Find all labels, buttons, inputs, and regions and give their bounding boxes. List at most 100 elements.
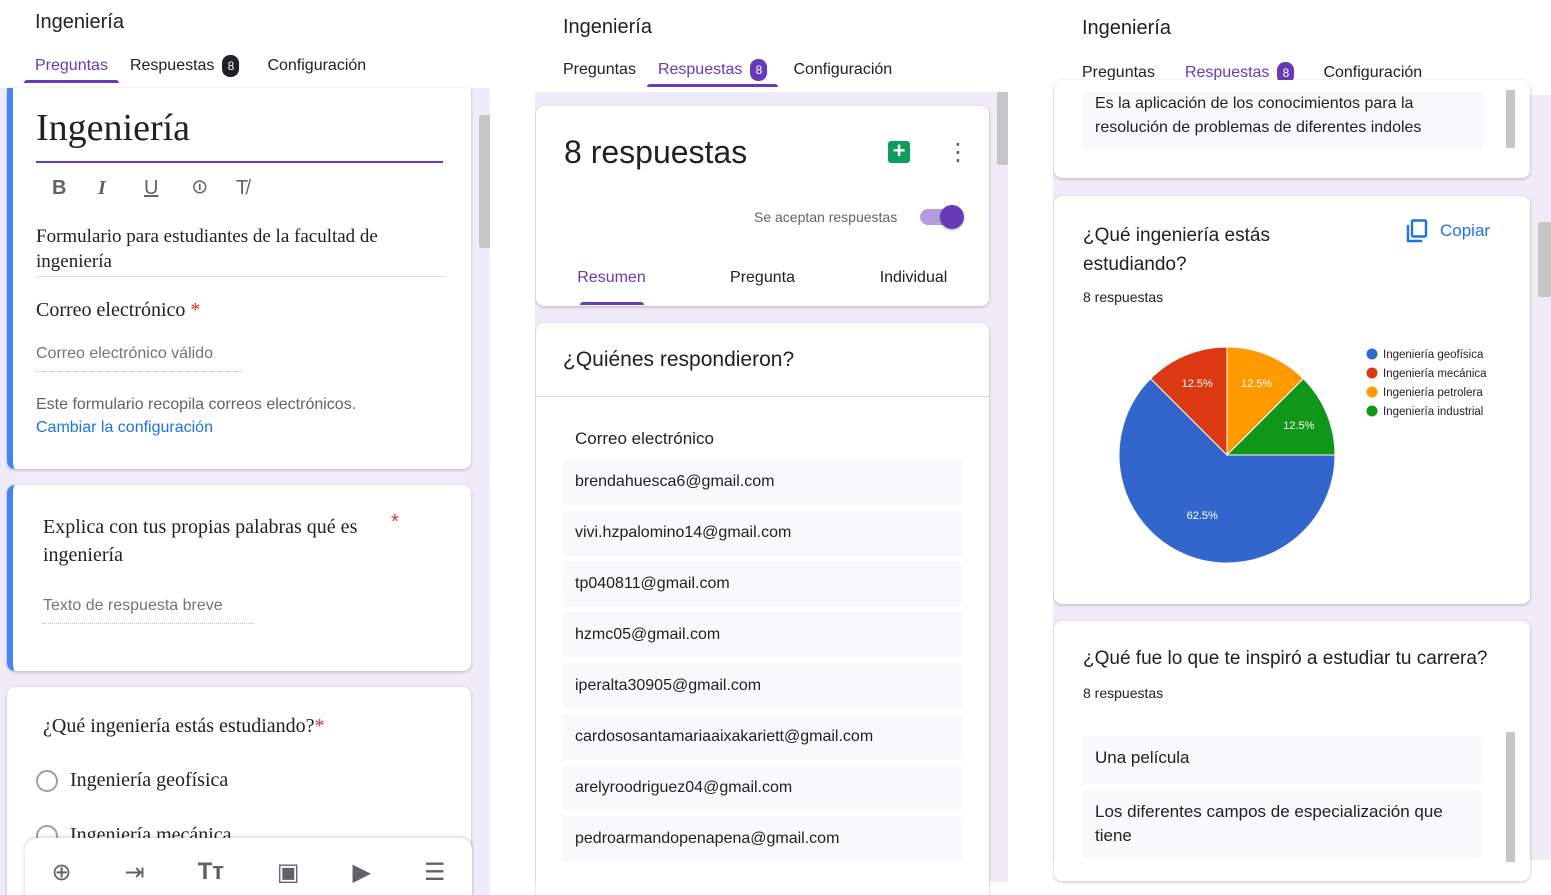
import-questions-icon[interactable]: ⇥ (125, 858, 145, 887)
responses-summary-card: 8 respuestas + ⋮ Se aceptan respuestas R… (536, 106, 989, 306)
question-summary-card: ¿Qué ingeniería estás estudiando? Copiar… (1054, 196, 1530, 604)
copy-label: Copiar (1440, 221, 1491, 240)
legend-marker (1366, 405, 1378, 417)
required-mark: * (190, 299, 201, 321)
legend-marker (1366, 348, 1378, 360)
scrollbar-thumb[interactable] (1506, 90, 1515, 148)
tab-label: Respuestas (129, 57, 215, 74)
copy-chart-button[interactable]: Copiar (1406, 219, 1490, 243)
sub-tab-label: Individual (879, 269, 948, 286)
email-list: brendahuesca6@gmail.com vivi.hzpalomino14… (563, 459, 962, 867)
summary-sub-tabs: Resumen Pregunta Individual (536, 269, 989, 305)
app-title: Ingeniería (1082, 17, 1171, 39)
email-row: iperalta30905@gmail.com (563, 663, 962, 709)
tab-configuracion[interactable]: Configuración (250, 51, 377, 81)
scrollbar-thumb[interactable] (997, 92, 1008, 165)
pie-data-label: 12.5% (1182, 378, 1213, 390)
form-description[interactable]: Formulario para estudiantes de la facult… (36, 224, 446, 277)
email-row: arelyroodriguez04@gmail.com (563, 765, 962, 811)
scrollbar-thumb[interactable] (1538, 222, 1551, 297)
option-label: Ingeniería geofísica (70, 769, 229, 791)
title-underline (36, 161, 443, 163)
email-row: hzmc05@gmail.com (563, 612, 962, 658)
accepting-responses-label: Se aceptan respuestas (754, 209, 898, 225)
tab-respuestas[interactable]: Respuestas 8 (119, 51, 251, 81)
legend-label: Ingeniería industrial (1383, 406, 1483, 418)
form-editor-panel: Ingeniería Preguntas Respuestas 8 Configu… (0, 0, 490, 895)
bold-icon[interactable]: B (52, 177, 72, 200)
tab-bar: Preguntas Respuestas 8 Configuración (552, 55, 903, 87)
text-format-toolbar: B I U ⊝ T̸ (52, 176, 256, 201)
tab-label: Configuración (793, 61, 893, 78)
email-row: vivi.hzpalomino14@gmail.com (563, 510, 962, 556)
copy-icon (1406, 219, 1428, 243)
question-title[interactable]: Explica con tus propias palabras qué es … (43, 513, 383, 569)
add-title-icon[interactable]: Tт (198, 858, 224, 887)
sub-tab-pregunta[interactable]: Pregunta (687, 269, 838, 287)
clear-format-icon[interactable]: T̸ (236, 177, 256, 200)
email-placeholder: Correo electrónico válido (36, 345, 241, 372)
tab-respuestas[interactable]: Respuestas 8 (646, 55, 779, 87)
required-mark: * (391, 511, 399, 533)
link-icon[interactable]: ⊝ (188, 179, 213, 199)
question-title: ¿Qué fue lo que te inspiró a estudiar tu… (1083, 648, 1488, 669)
scrollbar-thumb[interactable] (479, 115, 490, 248)
sub-tab-resumen[interactable]: Resumen (536, 269, 687, 305)
more-options-icon[interactable]: ⋮ (946, 138, 970, 167)
email-field-label: Correo electrónico * (36, 299, 200, 322)
summary-panel: Ingeniería Preguntas Respuestas 8 Configu… (1053, 0, 1551, 895)
legend-label: Ingeniería geofísica (1383, 349, 1484, 361)
question-summary-card-2: ¿Qué fue lo que te inspiró a estudiar tu… (1054, 621, 1530, 881)
active-indicator (580, 302, 644, 305)
notice-text: Este formulario recopila correos electró… (36, 396, 357, 413)
legend-marker (1366, 367, 1378, 379)
add-items-toolbar: ⊕ ⇥ Tт ▣ ▶ ☰ (25, 838, 472, 895)
tab-label: Respuestas (657, 61, 743, 78)
add-section-icon[interactable]: ☰ (424, 858, 446, 887)
radio-button[interactable] (36, 769, 58, 792)
tab-bar: Preguntas Respuestas 8 Configuración (24, 51, 377, 83)
responses-panel: Ingeniería Preguntas Respuestas 8 Configu… (535, 0, 1008, 895)
required-mark: * (314, 715, 325, 737)
tab-configuracion[interactable]: Configuración (778, 55, 903, 85)
italic-icon[interactable]: I (98, 177, 118, 200)
legend-label: Ingeniería petrolera (1383, 387, 1483, 399)
email-column-header: Correo electrónico (575, 429, 714, 448)
pie-chart: 12.5% 12.5% 62.5% 12.5% Ingeniería geofísica… (1118, 346, 1487, 564)
answer-item: Una película (1083, 736, 1482, 784)
email-row: pedroarmandopenapena@gmail.com (563, 816, 962, 862)
sub-tab-individual[interactable]: Individual (838, 269, 989, 287)
responses-count: 8 respuestas (564, 134, 748, 170)
accepting-responses-toggle[interactable] (920, 205, 964, 229)
tab-label: Preguntas (35, 57, 108, 74)
respondents-card: ¿Quiénes respondieron? Correo electrónic… (536, 323, 989, 895)
response-count-badge: 8 (222, 55, 240, 77)
tab-label: Configuración (267, 57, 367, 74)
option-row[interactable]: Ingeniería geofísica (36, 769, 228, 792)
underline-icon[interactable]: U (144, 177, 164, 200)
tab-preguntas[interactable]: Preguntas (24, 51, 119, 83)
email-label-text: Correo electrónico (36, 299, 186, 321)
respondents-title: ¿Quiénes respondieron? (563, 348, 795, 371)
divider (536, 396, 989, 397)
tab-label: Preguntas (563, 61, 636, 78)
email-row: cardososantamariaaixakariett@gmail.com (563, 714, 962, 760)
response-count: 8 respuestas (1083, 289, 1164, 305)
sheets-icon[interactable]: + (888, 140, 910, 163)
add-video-icon[interactable]: ▶ (353, 858, 371, 887)
form-title-input[interactable]: Ingeniería (36, 106, 190, 150)
app-title: Ingeniería (563, 16, 652, 38)
scrollbar-thumb[interactable] (1506, 732, 1515, 862)
question-title: ¿Qué ingeniería estás estudiando? (1083, 225, 1270, 275)
add-question-icon[interactable]: ⊕ (51, 858, 71, 887)
add-image-icon[interactable]: ▣ (277, 858, 300, 887)
sub-tab-label: Pregunta (730, 269, 795, 286)
tab-preguntas[interactable]: Preguntas (552, 55, 647, 85)
question-card-1[interactable]: Explica con tus propias palabras qué es … (7, 485, 471, 671)
change-settings-link[interactable]: Cambiar la configuración (36, 419, 213, 436)
email-row: tp040811@gmail.com (563, 561, 962, 607)
answer-item: Es la aplicación de los conocimientos pa… (1083, 92, 1483, 150)
form-title-card[interactable]: Ingeniería B I U ⊝ T̸ Formulario para es… (7, 88, 471, 469)
short-answer-placeholder: Texto de respuesta breve (43, 597, 253, 624)
question-title[interactable]: ¿Qué ingeniería estás estudiando?* (43, 715, 325, 738)
